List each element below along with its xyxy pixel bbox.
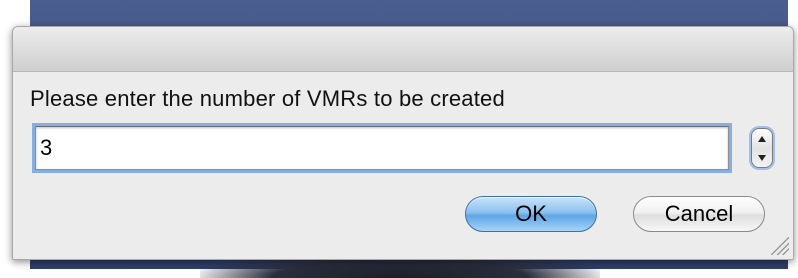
vmr-count-stepper[interactable]	[751, 128, 773, 168]
ok-button[interactable]: OK	[465, 196, 597, 232]
triangle-up-icon	[758, 135, 766, 142]
stepper-down-button[interactable]	[752, 148, 772, 167]
triangle-down-icon	[758, 154, 766, 161]
stepper-up-button[interactable]	[752, 129, 772, 148]
resize-grip-icon[interactable]	[771, 237, 789, 255]
dialog-titlebar[interactable]	[13, 27, 793, 72]
dialog-prompt: Please enter the number of VMRs to be cr…	[30, 86, 505, 111]
dialog-content: Please enter the number of VMRs to be cr…	[13, 72, 793, 259]
input-dialog: Please enter the number of VMRs to be cr…	[12, 26, 794, 260]
cancel-button[interactable]: Cancel	[633, 196, 765, 232]
vmr-count-input[interactable]	[35, 126, 729, 170]
